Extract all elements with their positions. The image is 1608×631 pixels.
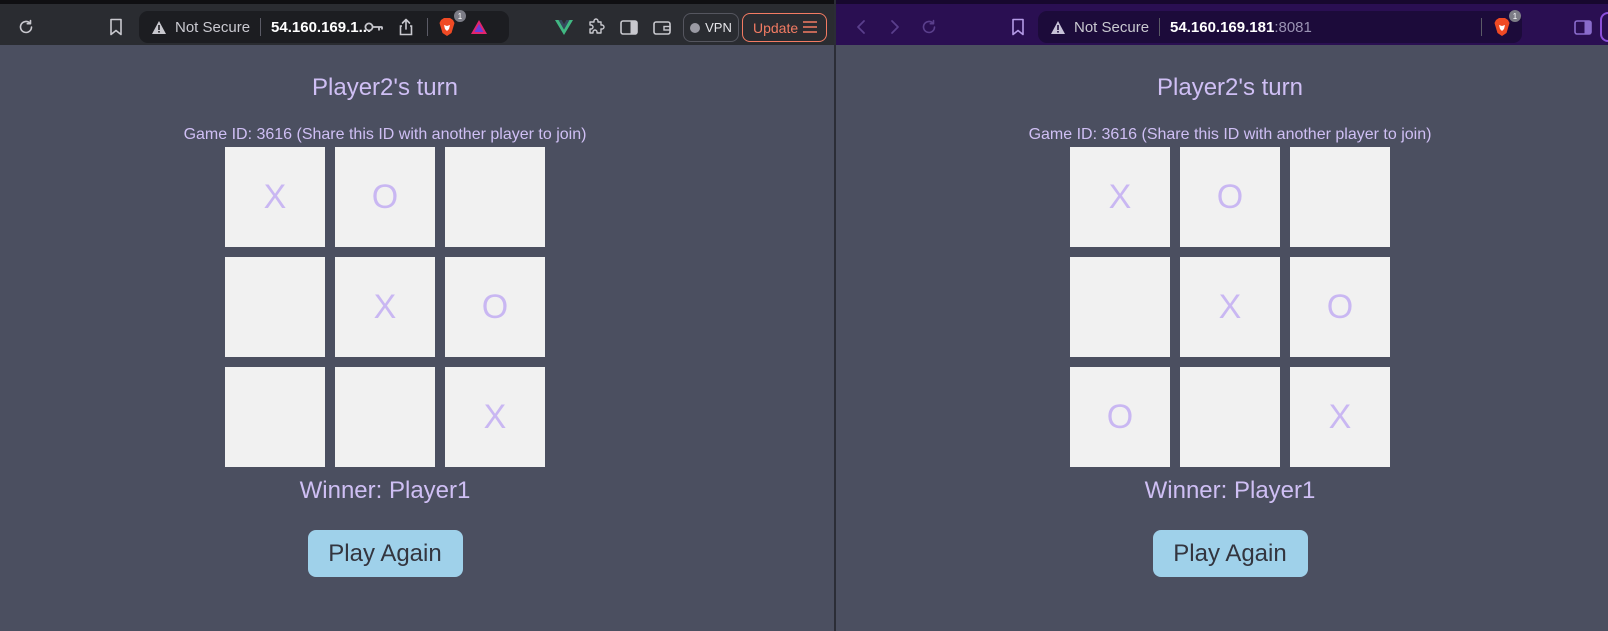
vue-devtools-icon[interactable]: [551, 14, 577, 40]
play-again-button[interactable]: Play Again: [307, 530, 463, 577]
board-cell[interactable]: [335, 367, 435, 467]
private-menu-button[interactable]: [1600, 12, 1608, 42]
board-cell[interactable]: X: [445, 367, 545, 467]
browser-window-left: Not Secure 54.160.169.1... 1 VPN Update …: [0, 0, 834, 631]
winner-text: Winner: Player1: [1144, 477, 1316, 504]
bookmark-icon[interactable]: [1005, 14, 1031, 40]
back-icon[interactable]: [848, 14, 874, 40]
vpn-button[interactable]: VPN: [683, 13, 739, 42]
wallet-icon[interactable]: [649, 14, 675, 40]
url-host: 54.160.169.181: [1170, 18, 1275, 36]
brave-rewards-icon[interactable]: [466, 14, 492, 40]
game-board: X O X O X: [225, 147, 545, 467]
url-separator: [260, 18, 262, 36]
game-id-text: Game ID: 3616 (Share this ID with anothe…: [183, 126, 587, 143]
url-host: 54.160.169.1...: [271, 18, 372, 36]
board-cell[interactable]: O: [445, 257, 545, 357]
board-cell[interactable]: O: [1180, 147, 1280, 247]
vpn-status-icon: [690, 22, 701, 33]
key-icon[interactable]: [361, 14, 387, 40]
menu-icon: [803, 20, 817, 36]
share-icon[interactable]: [393, 14, 419, 40]
brave-shields-icon[interactable]: 1: [434, 10, 466, 40]
reload-icon[interactable]: [916, 14, 942, 40]
board-cell[interactable]: [1180, 367, 1280, 467]
board-cell[interactable]: O: [1290, 257, 1390, 357]
url-port: :8081: [1274, 18, 1312, 36]
page-content: Player2's turn Game ID: 3616 (Share this…: [836, 45, 1608, 631]
winner-text: Winner: Player1: [299, 477, 471, 504]
browser-toolbar: Not Secure 54.160.169.181 :8081 1: [836, 0, 1608, 45]
sidebar-icon[interactable]: [1570, 14, 1596, 40]
url-separator: [427, 18, 428, 36]
board-cell[interactable]: [1290, 147, 1390, 247]
tic-tac-toe-game: Player2's turn Game ID: 3616 (Share this…: [1000, 45, 1460, 577]
board-cell[interactable]: O: [335, 147, 435, 247]
update-label: Update: [753, 19, 799, 36]
address-bar[interactable]: Not Secure 54.160.169.181 :8081 1: [1038, 10, 1522, 43]
browser-window-right: Not Secure 54.160.169.181 :8081 1 Player…: [836, 0, 1608, 631]
vpn-label: VPN: [705, 20, 732, 35]
page-content: Player2's turn Game ID: 3616 (Share this…: [0, 45, 834, 631]
turn-indicator: Player2's turn: [1157, 74, 1303, 101]
board-cell[interactable]: X: [1070, 147, 1170, 247]
warning-icon: [1050, 19, 1066, 35]
board-cell[interactable]: O: [1070, 367, 1170, 467]
brave-shields-icon[interactable]: 1: [1489, 10, 1521, 40]
play-again-button[interactable]: Play Again: [1152, 530, 1308, 577]
board-cell[interactable]: X: [1180, 257, 1280, 357]
board-cell[interactable]: [225, 257, 325, 357]
board-cell[interactable]: [1070, 257, 1170, 357]
tic-tac-toe-game: Player2's turn Game ID: 3616 (Share this…: [155, 45, 615, 577]
reload-icon[interactable]: [13, 14, 39, 40]
game-board: X O X O O X: [1070, 147, 1390, 467]
update-button[interactable]: Update: [742, 13, 827, 42]
not-secure-label[interactable]: Not Secure: [175, 19, 250, 36]
browser-toolbar: Not Secure 54.160.169.1... 1 VPN Update: [0, 0, 834, 45]
sidebar-icon[interactable]: [616, 14, 642, 40]
not-secure-label[interactable]: Not Secure: [1074, 19, 1149, 36]
board-cell[interactable]: [225, 367, 325, 467]
game-id-text: Game ID: 3616 (Share this ID with anothe…: [1028, 126, 1432, 143]
address-bar[interactable]: Not Secure 54.160.169.1... 1: [139, 10, 509, 43]
shields-count-badge: 1: [454, 10, 466, 22]
url-separator: [1159, 18, 1161, 36]
extensions-icon[interactable]: [583, 14, 609, 40]
board-cell[interactable]: [445, 147, 545, 247]
turn-indicator: Player2's turn: [312, 74, 458, 101]
url-separator: [1481, 18, 1482, 36]
warning-icon: [151, 19, 167, 35]
bookmark-icon[interactable]: [103, 14, 129, 40]
shields-count-badge: 1: [1509, 10, 1521, 22]
board-cell[interactable]: X: [1290, 367, 1390, 467]
forward-icon[interactable]: [882, 14, 908, 40]
board-cell[interactable]: X: [335, 257, 435, 357]
board-cell[interactable]: X: [225, 147, 325, 247]
